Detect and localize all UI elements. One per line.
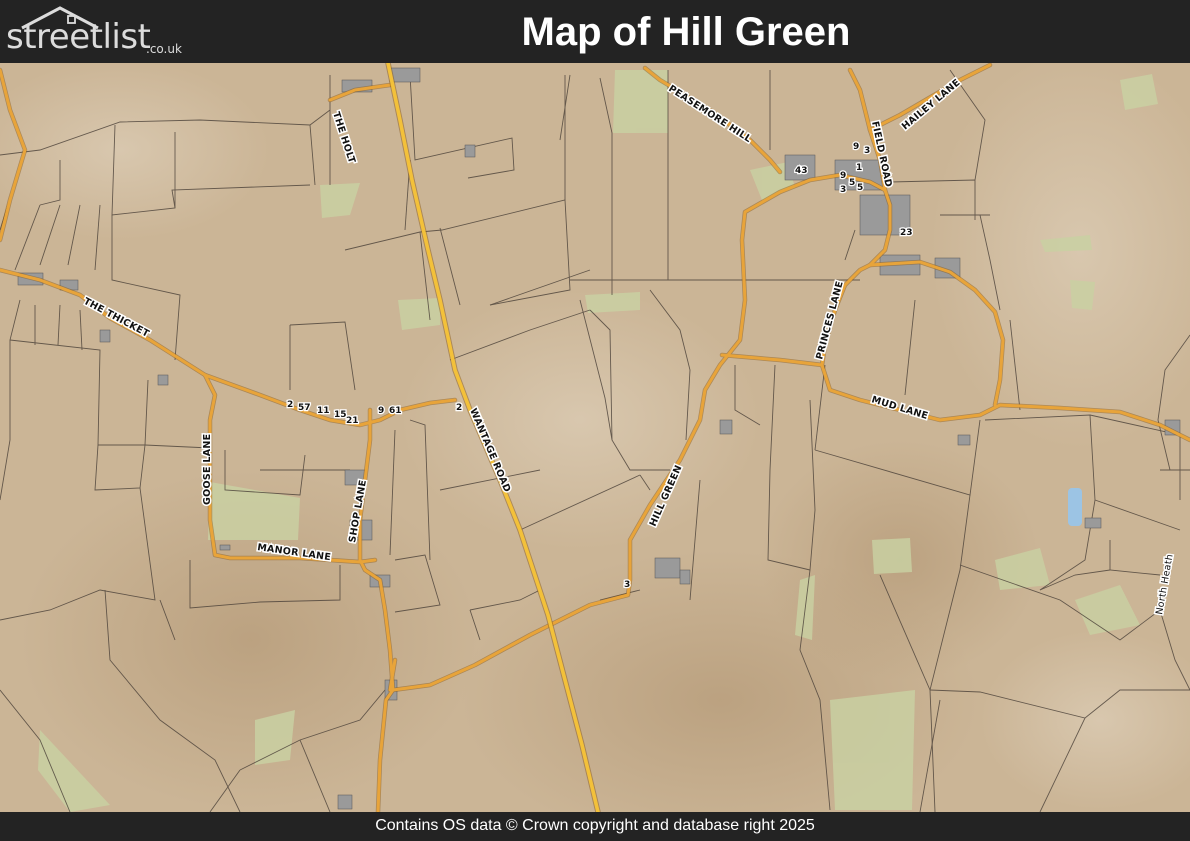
header-bar: streetlist .co.uk Map of Hill Green xyxy=(0,0,1190,63)
house-number: 2 xyxy=(456,403,462,413)
house-number: 9 xyxy=(378,406,384,416)
label-goose-lane: GOOSE LANE xyxy=(202,434,213,505)
house-number: 15 xyxy=(334,410,347,420)
house-number: 5 xyxy=(849,178,855,188)
house-number: 2 xyxy=(287,400,293,410)
house-number: 9 xyxy=(853,142,859,152)
attribution-footer: Contains OS data © Crown copyright and d… xyxy=(0,812,1190,841)
house-number: 9 xyxy=(840,171,846,181)
map-canvas[interactable]: THE HOLT PEASEMORE HILL FIELD ROAD HAILE… xyxy=(0,63,1190,812)
house-number: 61 xyxy=(389,406,402,416)
house-number: 5 xyxy=(857,183,863,193)
house-number: 21 xyxy=(346,416,359,426)
house-number: 23 xyxy=(900,228,913,238)
page-title: Map of Hill Green xyxy=(521,10,851,54)
house-number: 3 xyxy=(840,185,846,195)
house-number: 43 xyxy=(795,166,808,176)
house-number: 1 xyxy=(856,163,862,173)
house-number: 3 xyxy=(624,580,630,590)
house-number: 3 xyxy=(864,146,870,156)
house-number: 57 xyxy=(298,403,311,413)
house-number: 11 xyxy=(317,406,330,416)
pond xyxy=(1068,488,1082,526)
